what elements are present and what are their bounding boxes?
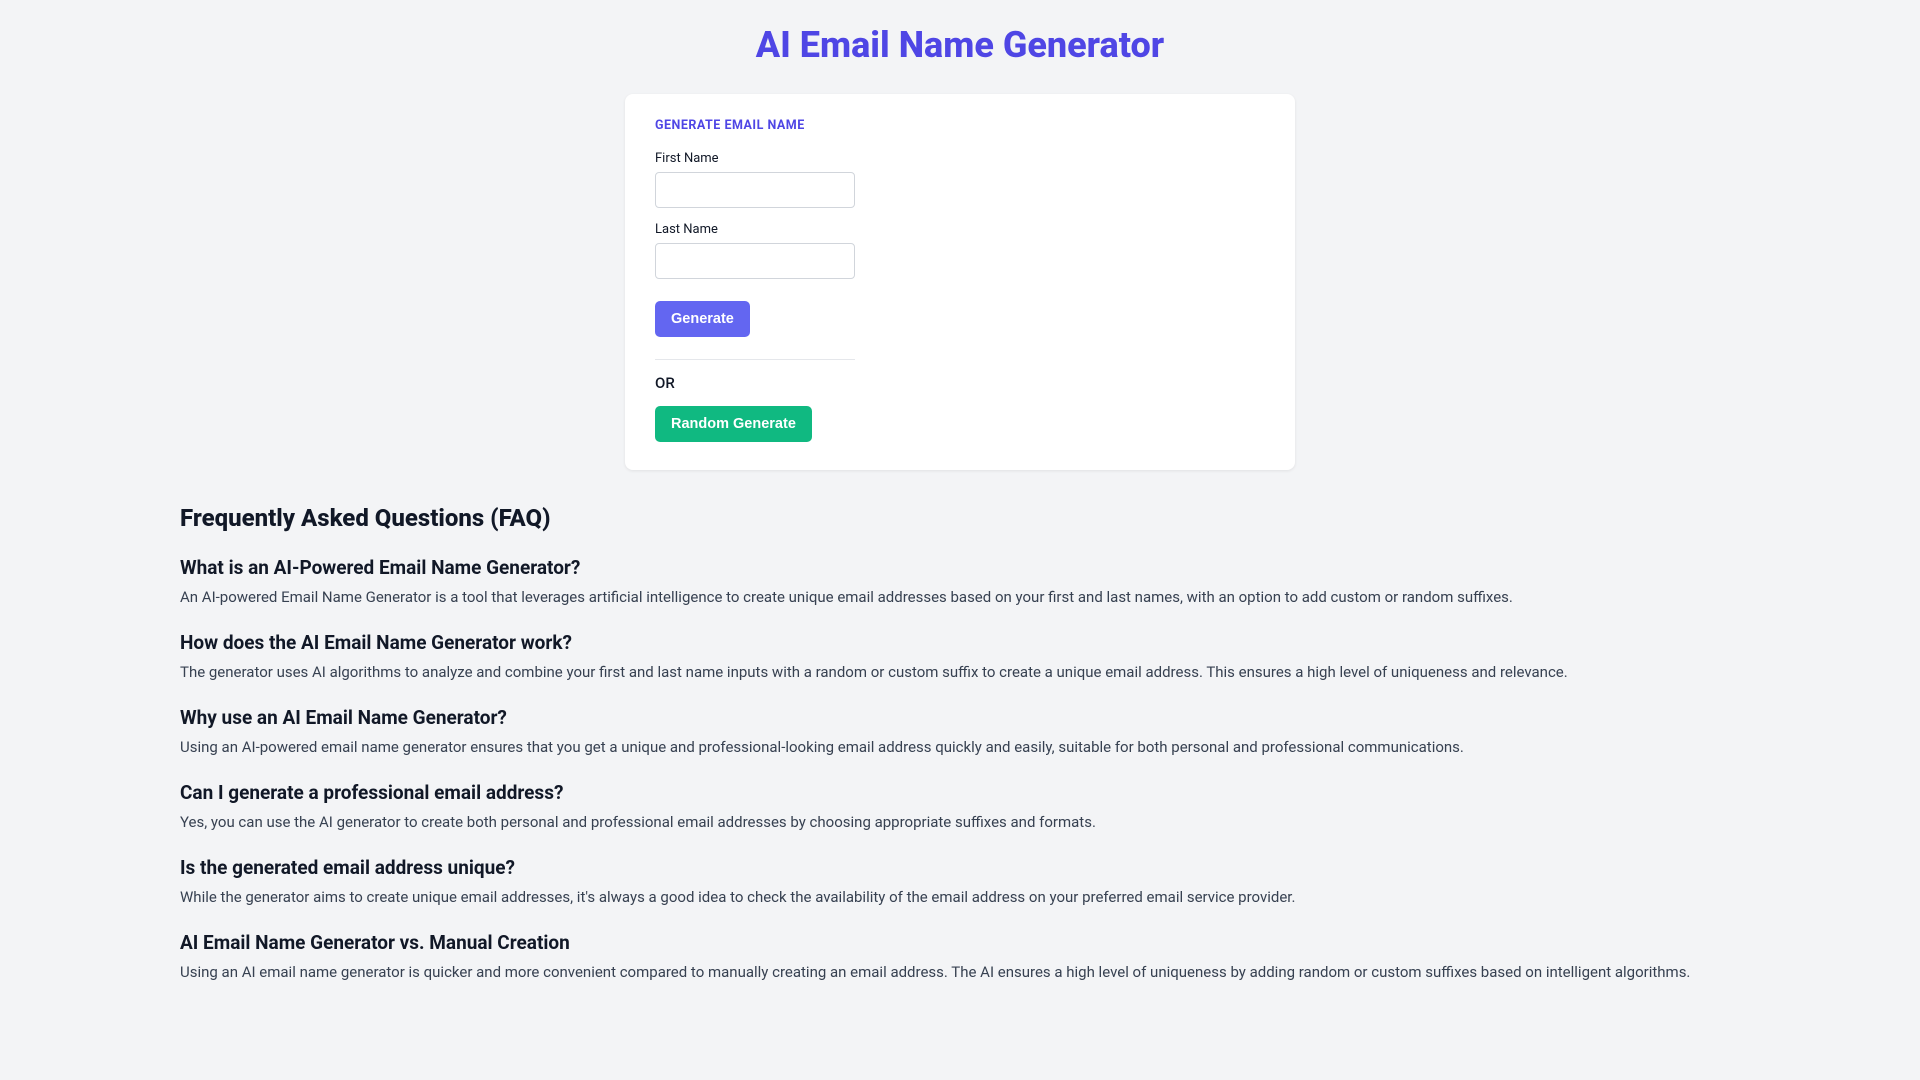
last-name-input[interactable] [655, 243, 855, 279]
faq-item: AI Email Name Generator vs. Manual Creat… [180, 931, 1740, 984]
generator-card: GENERATE EMAIL NAME First Name Last Name… [625, 94, 1295, 470]
faq-title: Frequently Asked Questions (FAQ) [180, 504, 1740, 532]
page-title: AI Email Name Generator [0, 24, 1920, 66]
faq-answer: While the generator aims to create uniqu… [180, 885, 1740, 909]
generate-button[interactable]: Generate [655, 301, 750, 337]
faq-answer: Using an AI-powered email name generator… [180, 735, 1740, 759]
faq-question: AI Email Name Generator vs. Manual Creat… [180, 931, 1740, 954]
faq-section: Frequently Asked Questions (FAQ) What is… [170, 504, 1750, 984]
divider [655, 359, 855, 360]
first-name-input[interactable] [655, 172, 855, 208]
faq-question: How does the AI Email Name Generator wor… [180, 631, 1740, 654]
faq-question: Why use an AI Email Name Generator? [180, 706, 1740, 729]
last-name-label: Last Name [655, 222, 855, 237]
faq-item: What is an AI-Powered Email Name Generat… [180, 556, 1740, 609]
random-generate-button[interactable]: Random Generate [655, 406, 812, 442]
faq-question: Can I generate a professional email addr… [180, 781, 1740, 804]
faq-answer: An AI-powered Email Name Generator is a … [180, 585, 1740, 609]
or-label: OR [655, 374, 855, 392]
faq-answer: Yes, you can use the AI generator to cre… [180, 810, 1740, 834]
faq-item: How does the AI Email Name Generator wor… [180, 631, 1740, 684]
first-name-label: First Name [655, 151, 855, 166]
faq-item: Can I generate a professional email addr… [180, 781, 1740, 834]
faq-answer: Using an AI email name generator is quic… [180, 960, 1740, 984]
faq-item: Why use an AI Email Name Generator? Usin… [180, 706, 1740, 759]
faq-question: Is the generated email address unique? [180, 856, 1740, 879]
faq-answer: The generator uses AI algorithms to anal… [180, 660, 1740, 684]
faq-question: What is an AI-Powered Email Name Generat… [180, 556, 1740, 579]
card-heading: GENERATE EMAIL NAME [655, 118, 855, 133]
faq-item: Is the generated email address unique? W… [180, 856, 1740, 909]
